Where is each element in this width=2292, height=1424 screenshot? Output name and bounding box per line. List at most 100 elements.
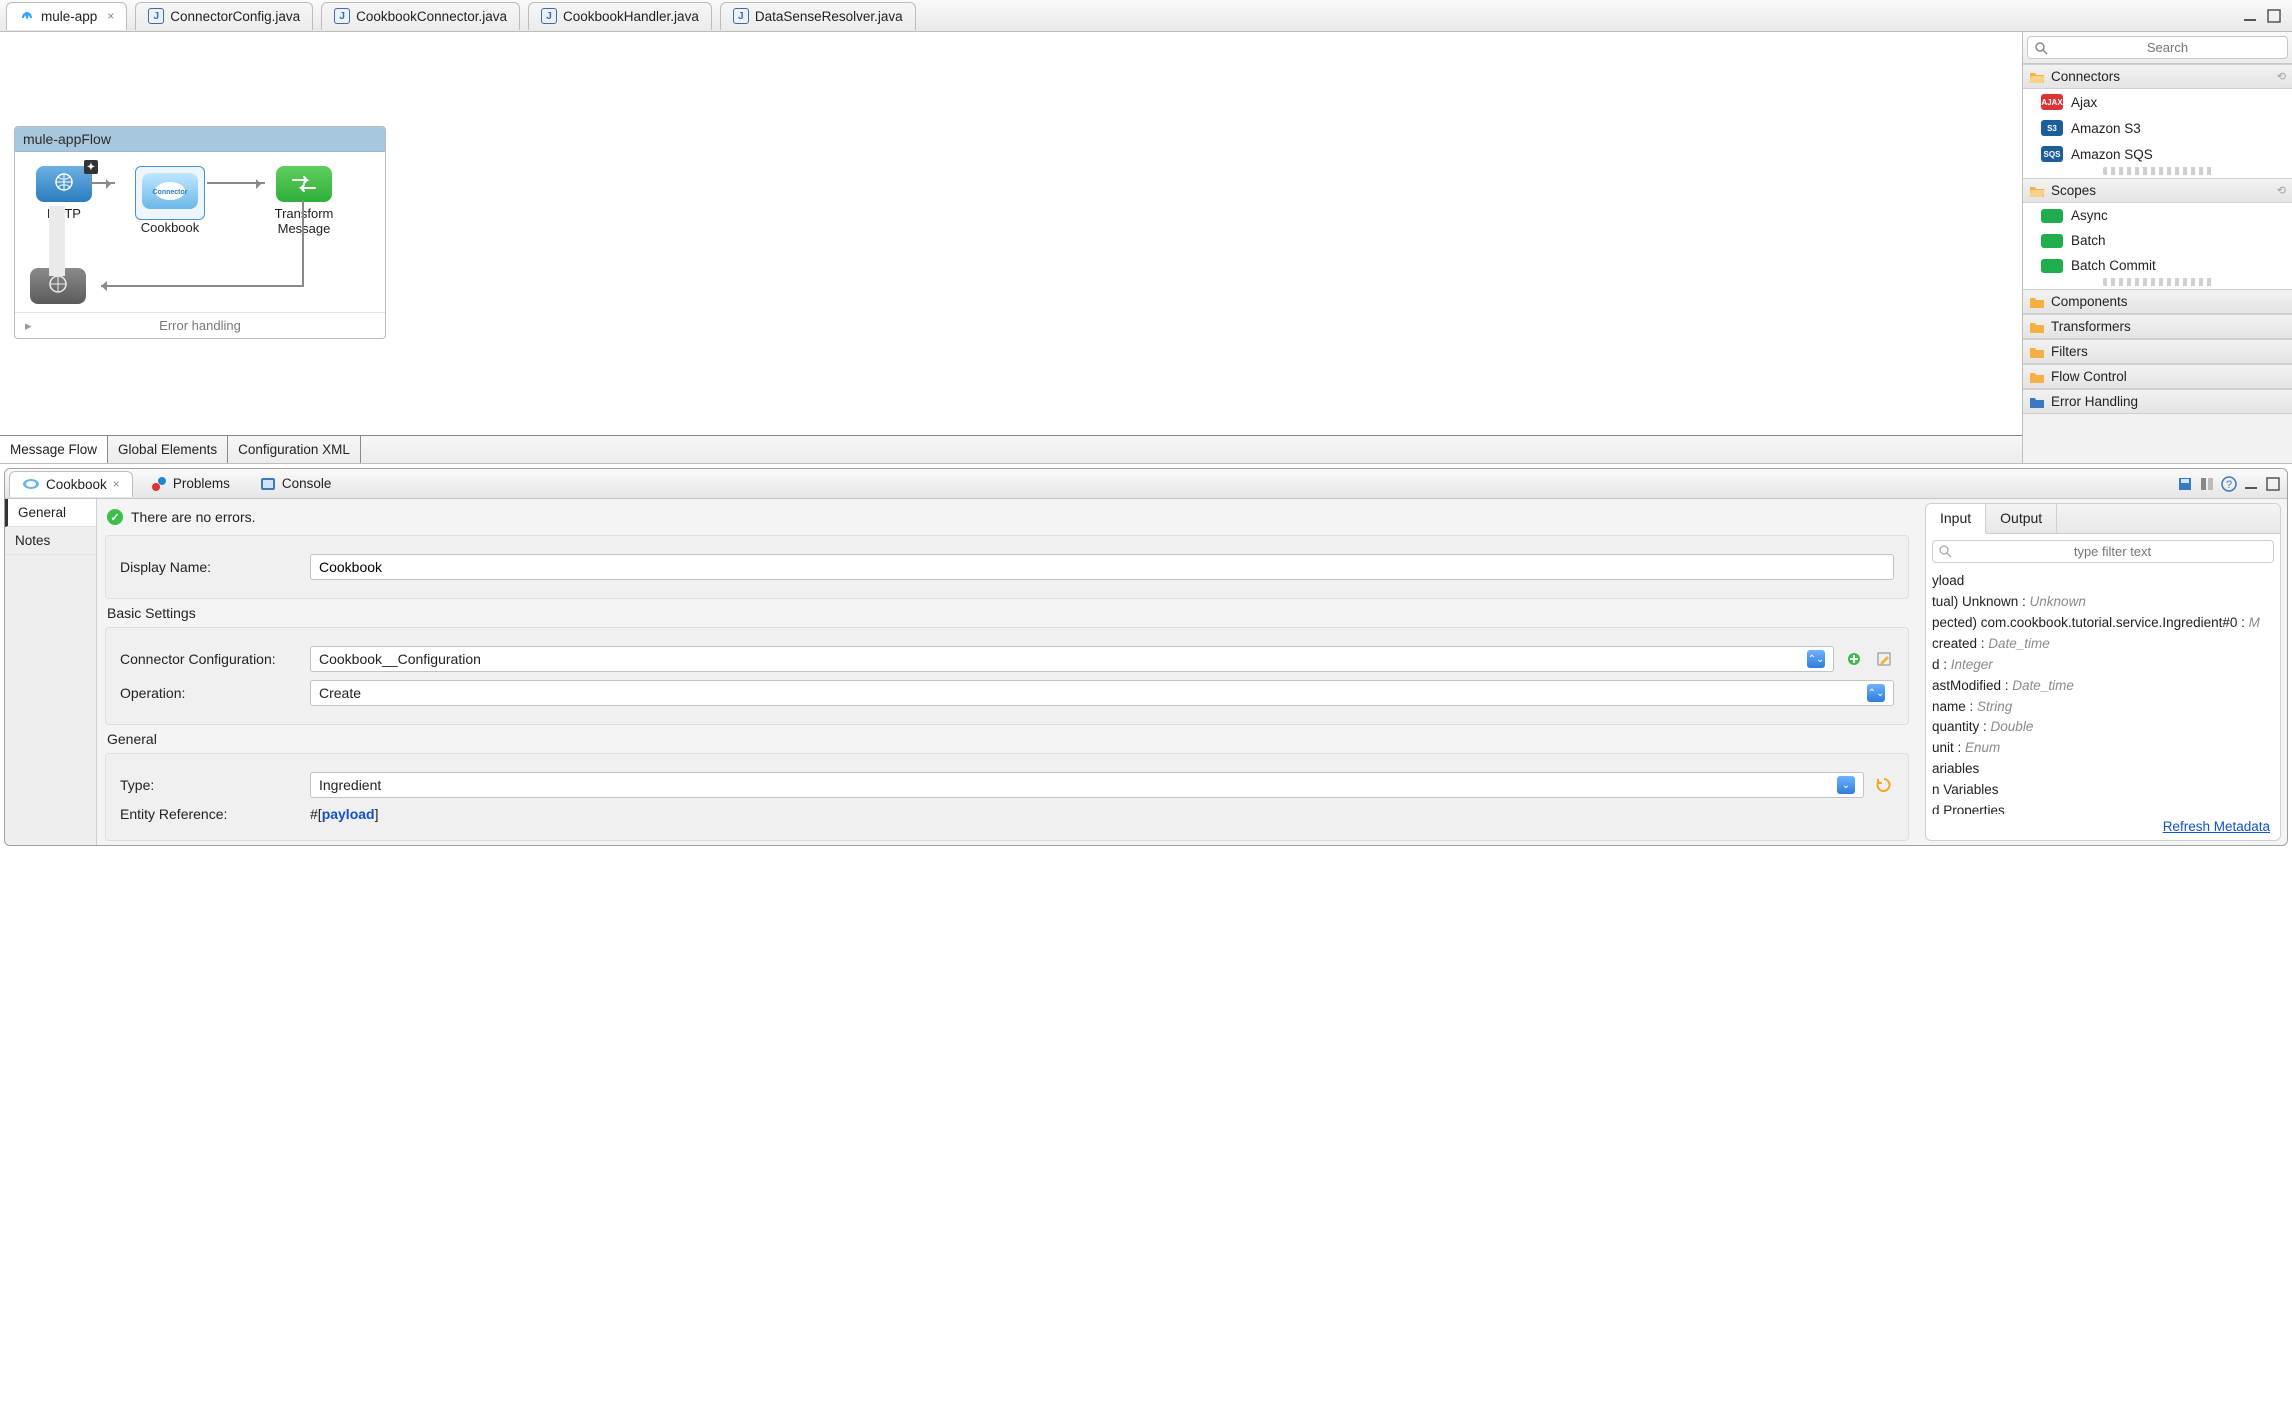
palette-search[interactable] (2027, 36, 2288, 59)
operation-label: Operation: (120, 685, 300, 701)
palette-cat-filters[interactable]: Filters (2023, 339, 2292, 364)
entity-ref-input[interactable]: #[payload] (310, 806, 1894, 822)
palette-item-ajax[interactable]: AJAXAjax (2023, 89, 2292, 115)
side-tab-general[interactable]: General (5, 499, 96, 527)
meta-row[interactable]: created : Date_time (1932, 634, 2274, 655)
palette-more-handle[interactable] (2103, 167, 2212, 175)
type-select[interactable]: Ingredient ⌄ (310, 772, 1864, 798)
metadata-filter[interactable] (1932, 540, 2274, 563)
flow-error-section[interactable]: ▸ Error handling (15, 312, 385, 338)
tab-cookbook-handler[interactable]: J CookbookHandler.java (528, 2, 712, 30)
close-icon[interactable]: × (113, 477, 120, 491)
meta-row[interactable]: d : Integer (1932, 655, 2274, 676)
metadata-panel: Input Output yload tual) Unknown : Unkno… (1925, 503, 2281, 841)
display-name-input[interactable] (310, 554, 1894, 580)
metadata-filter-input[interactable] (1958, 543, 2267, 560)
tab-mule-app[interactable]: mule-app × (6, 2, 127, 30)
mule-icon (19, 8, 35, 24)
properties-tab-problems[interactable]: Problems (139, 471, 242, 497)
properties-tab-cookbook[interactable]: Cookbook × (9, 471, 133, 497)
palette-item-batch-commit[interactable]: Batch Commit (2023, 253, 2292, 278)
type-label: Type: (120, 777, 300, 793)
palette-search-input[interactable] (2054, 39, 2281, 56)
edit-config-button[interactable] (1874, 649, 1894, 669)
refresh-metadata-link[interactable]: Refresh Metadata (2163, 819, 2270, 834)
properties-toolbar: ? (2177, 476, 2283, 492)
palette-item-s3[interactable]: S3Amazon S3 (2023, 115, 2292, 141)
select-value: Create (319, 685, 361, 701)
chevron-updown-icon: ⌃⌄ (1807, 650, 1825, 668)
expand-icon[interactable]: ▸ (25, 318, 32, 334)
canvas-tab-message-flow[interactable]: Message Flow (0, 436, 108, 463)
flow-canvas[interactable]: mule-appFlow ✦ HTTP Con (0, 32, 2022, 435)
palette: Connectors ⟲ AJAXAjax S3Amazon S3 SQSAma… (2022, 32, 2292, 463)
item-label: Async (2071, 208, 2108, 223)
palette-cat-scopes[interactable]: Scopes ⟲ (2023, 178, 2292, 203)
palette-item-batch[interactable]: Batch (2023, 228, 2292, 253)
folder-icon (2029, 370, 2045, 384)
properties-tabs: Cookbook × Problems Console ? (5, 469, 2287, 499)
save-button[interactable] (2177, 476, 2193, 492)
meta-row[interactable]: yload (1932, 571, 2274, 592)
palette-item-sqs[interactable]: SQSAmazon SQS (2023, 141, 2292, 167)
tab-connector-config[interactable]: J ConnectorConfig.java (135, 2, 313, 30)
maximize-button[interactable] (2265, 476, 2281, 492)
scope-icon (2041, 209, 2063, 223)
palette-cat-flow-control[interactable]: Flow Control (2023, 364, 2292, 389)
refresh-types-button[interactable] (1874, 775, 1894, 795)
metadata-tree[interactable]: yload tual) Unknown : Unknown pected) co… (1926, 569, 2280, 814)
meta-row[interactable]: quantity : Double (1932, 717, 2274, 738)
basic-settings-heading: Basic Settings (107, 605, 1909, 621)
metadata-tab-output[interactable]: Output (1986, 504, 2057, 533)
connector-config-select[interactable]: Cookbook__Configuration ⌃⌄ (310, 646, 1834, 672)
folder-icon (2029, 295, 2045, 309)
tab-label: CookbookConnector.java (356, 9, 507, 24)
svg-text:?: ? (2226, 479, 2232, 491)
help-button[interactable]: ? (2221, 476, 2237, 492)
close-icon[interactable]: × (107, 9, 114, 23)
side-tab-notes[interactable]: Notes (5, 527, 96, 555)
canvas-tab-config-xml[interactable]: Configuration XML (228, 436, 361, 463)
meta-row[interactable]: astModified : Date_time (1932, 676, 2274, 697)
meta-row[interactable]: pected) com.cookbook.tutorial.service.In… (1932, 613, 2274, 634)
tab-datasense-resolver[interactable]: J DataSenseResolver.java (720, 2, 916, 30)
meta-row[interactable]: unit : Enum (1932, 738, 2274, 759)
cat-label: Scopes (2051, 183, 2096, 198)
folder-icon (2029, 395, 2045, 409)
chevron-down-icon: ⌄ (1837, 776, 1855, 794)
meta-row[interactable]: ariables (1932, 759, 2274, 780)
add-config-button[interactable] (1844, 649, 1864, 669)
return-path (93, 200, 303, 290)
status-bar: ✓ There are no errors. (105, 505, 1909, 529)
select-value: Ingredient (319, 777, 381, 793)
java-icon: J (334, 8, 350, 24)
palette-cat-error-handling[interactable]: Error Handling (2023, 389, 2292, 414)
maximize-button[interactable] (2266, 8, 2282, 24)
canvas-tab-global-elements[interactable]: Global Elements (108, 436, 228, 463)
pin-icon[interactable]: ⟲ (2277, 184, 2286, 197)
meta-row[interactable]: d Properties (1932, 801, 2274, 814)
meta-row[interactable]: tual) Unknown : Unknown (1932, 592, 2274, 613)
success-icon: ✓ (107, 509, 123, 525)
general-card: Type: Ingredient ⌄ Entity Reference: #[p… (105, 753, 1909, 841)
properties-tab-console[interactable]: Console (248, 471, 344, 497)
pin-icon[interactable]: ⟲ (2277, 70, 2286, 83)
minimize-button[interactable] (2243, 476, 2259, 492)
layout-button[interactable] (2199, 476, 2215, 492)
folder-icon (2029, 345, 2045, 359)
palette-cat-transformers[interactable]: Transformers (2023, 314, 2292, 339)
palette-more-handle[interactable] (2103, 278, 2212, 286)
meta-row[interactable]: n Variables (1932, 780, 2274, 801)
minimize-button[interactable] (2242, 8, 2258, 24)
flow-container[interactable]: mule-appFlow ✦ HTTP Con (14, 126, 386, 339)
metadata-tab-input[interactable]: Input (1926, 504, 1986, 534)
palette-cat-components[interactable]: Components (2023, 289, 2292, 314)
properties-form: ✓ There are no errors. Display Name: Bas… (97, 499, 1925, 845)
palette-item-async[interactable]: Async (2023, 203, 2292, 228)
console-icon (260, 477, 276, 491)
meta-row[interactable]: name : String (1932, 697, 2274, 718)
palette-cat-connectors[interactable]: Connectors ⟲ (2023, 64, 2292, 89)
tab-cookbook-connector[interactable]: J CookbookConnector.java (321, 2, 520, 30)
operation-select[interactable]: Create ⌃⌄ (310, 680, 1894, 706)
arrow-http-to-cookbook (87, 182, 115, 184)
